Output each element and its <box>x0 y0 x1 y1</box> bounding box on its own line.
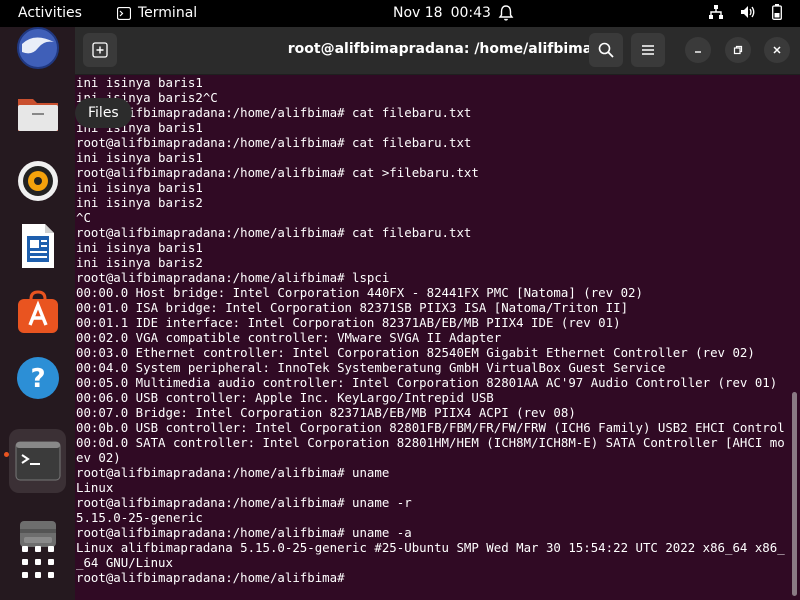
browser-icon <box>16 26 59 69</box>
terminal-scrollbar[interactable] <box>792 392 797 596</box>
terminal-line: 00:01.0 ISA bridge: Intel Corporation 82… <box>76 300 629 315</box>
terminal-line: root@alifbimapradana:/home/alifbima# cat… <box>76 135 472 150</box>
menu-button[interactable] <box>631 33 665 67</box>
terminal-line: 00:02.0 VGA compatible controller: VMwar… <box>76 330 502 345</box>
top-bar: Activities Terminal Nov 18 00:43 <box>0 0 800 27</box>
battery-icon <box>772 4 782 20</box>
dock: ? <box>0 26 75 600</box>
terminal-line: 00:0d.0 SATA controller: Intel Corporati… <box>76 435 785 450</box>
app-grid-icon <box>21 545 54 578</box>
dock-help-app[interactable]: ? <box>9 349 66 406</box>
close-button[interactable] <box>764 37 790 63</box>
new-tab-icon <box>92 42 108 58</box>
document-writer-icon <box>21 223 54 268</box>
terminal-line: 00:05.0 Multimedia audio controller: Int… <box>76 375 778 390</box>
search-icon <box>598 42 614 58</box>
volume-icon <box>741 6 755 18</box>
clock-date: Nov 18 <box>393 5 443 21</box>
terminal-line: ini isinya baris1 <box>76 240 203 255</box>
terminal-line: ini isinya baris2 <box>76 195 203 210</box>
terminal-line: 00:04.0 System peripheral: InnoTek Syste… <box>76 360 666 375</box>
dock-files-app[interactable] <box>9 85 66 142</box>
clock-time: 00:43 <box>450 5 491 21</box>
terminal-line: Linux <box>76 480 114 495</box>
terminal-line: 00:01.1 IDE interface: Intel Corporation… <box>76 315 621 330</box>
terminal-line: 00:0b.0 USB controller: Intel Corporatio… <box>76 420 785 435</box>
window-title: root@alifbimapradana: /home/alifbima <box>287 41 593 57</box>
notification-bell-icon[interactable] <box>498 4 514 22</box>
terminal-icon <box>15 441 60 481</box>
hamburger-menu-icon <box>642 45 654 55</box>
terminal-line: root@alifbimapradana:/home/alifbima# <box>76 570 345 585</box>
terminal-window: root@alifbimapradana: /home/alifbima ini… <box>75 27 800 600</box>
terminal-line: 00:03.0 Ethernet controller: Intel Corpo… <box>76 345 755 360</box>
restore-icon <box>733 45 743 55</box>
network-icon <box>709 5 723 19</box>
svg-text:?: ? <box>30 364 45 394</box>
search-button[interactable] <box>589 33 623 67</box>
app-menu-label: Terminal <box>138 5 198 21</box>
terminal-lines: ini isinya baris1 ini isinya baris2^C root… <box>75 75 785 585</box>
terminal-line: root@alifbimapradana:/home/alifbima# una… <box>76 525 412 540</box>
files-folder-icon <box>17 98 58 131</box>
dock-rhythmbox-app[interactable] <box>9 152 66 209</box>
terminal-line: root@alifbimapradana:/home/alifbima# una… <box>76 465 390 480</box>
minimize-icon <box>695 51 701 53</box>
app-center-bag-icon <box>17 289 58 333</box>
dock-tooltip: Files <box>75 98 132 128</box>
dock-app-center[interactable] <box>9 283 66 340</box>
terminal-line: 5.15.0-25-generic <box>76 510 203 525</box>
minimize-button[interactable] <box>685 37 711 63</box>
dock-terminal-app[interactable] <box>9 429 66 493</box>
app-menu[interactable]: Terminal <box>117 5 197 21</box>
dock-writer-app[interactable] <box>9 217 66 274</box>
new-tab-button[interactable] <box>83 33 117 67</box>
window-header: root@alifbimapradana: /home/alifbima <box>75 27 800 75</box>
terminal-line: root@alifbimapradana:/home/alifbima# cat… <box>76 165 479 180</box>
terminal-line: ^C <box>76 210 91 225</box>
terminal-line: 00:00.0 Host bridge: Intel Corporation 4… <box>76 285 643 300</box>
terminal-line: ini isinya baris1 <box>76 150 203 165</box>
terminal-line: root@alifbimapradana:/home/alifbima# cat… <box>76 225 472 240</box>
terminal-line: 00:07.0 Bridge: Intel Corporation 82371A… <box>76 405 576 420</box>
terminal-line: ini isinya baris2 <box>76 255 203 270</box>
close-icon <box>773 46 781 54</box>
dock-browser-app[interactable] <box>9 19 66 76</box>
terminal-app-icon <box>117 6 131 20</box>
terminal-line: ini isinya baris1 <box>76 180 203 195</box>
help-icon: ? <box>16 356 59 399</box>
terminal-line: ini isinya baris1 <box>76 120 203 135</box>
system-tray[interactable] <box>708 4 782 20</box>
show-applications-button[interactable] <box>9 533 66 590</box>
terminal-line: root@alifbimapradana:/home/alifbima# una… <box>76 495 412 510</box>
terminal-line: _64 GNU/Linux <box>76 555 173 570</box>
terminal-line: ev 02) <box>76 450 121 465</box>
clock[interactable]: Nov 18 00:43 <box>393 5 491 21</box>
terminal-line: 00:06.0 USB controller: Apple Inc. KeyLa… <box>76 390 494 405</box>
rhythmbox-speaker-icon <box>17 160 58 201</box>
terminal-output[interactable]: ini isinya baris1 ini isinya baris2^C root… <box>75 75 785 600</box>
terminal-line: root@alifbimapradana:/home/alifbima# cat… <box>76 105 472 120</box>
terminal-line: root@alifbimapradana:/home/alifbima# lsp… <box>76 270 390 285</box>
terminal-line: ini isinya baris1 <box>76 75 203 90</box>
terminal-line: ini isinya baris2^C <box>76 90 218 105</box>
maximize-button[interactable] <box>725 37 751 63</box>
terminal-line: Linux alifbimapradana 5.15.0-25-generic … <box>76 540 785 555</box>
